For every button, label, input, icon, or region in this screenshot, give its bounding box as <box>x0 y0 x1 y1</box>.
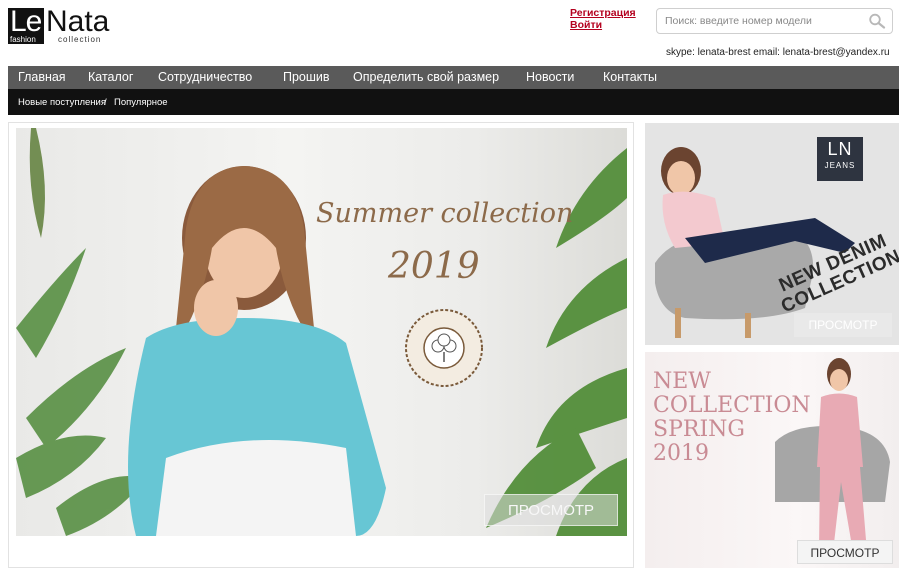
organic-cotton-badge <box>405 309 483 387</box>
denim-view-button[interactable]: ПРОСМОТР <box>794 313 892 337</box>
nav-item-firmware[interactable]: Прошив <box>283 70 330 84</box>
spring-collection-text: NEW COLLECTION SPRING 2019 <box>653 370 811 466</box>
jeans-logo-text: JEANS <box>824 161 856 170</box>
contact-info: skype: lenata-brest email: lenata-brest@… <box>666 47 890 58</box>
main-nav: Главная Каталог Сотрудничество Прошив Оп… <box>8 66 899 89</box>
spring-view-button[interactable]: ПРОСМОТР <box>797 540 893 564</box>
banner-title: Summer collection <box>316 198 574 229</box>
nav-item-home[interactable]: Главная <box>18 70 66 84</box>
auth-links: Регистрация Войти <box>570 7 636 31</box>
spring-line1: NEW <box>653 369 711 394</box>
nav-item-contacts[interactable]: Контакты <box>603 70 657 84</box>
banner-illustration <box>16 128 627 536</box>
banner-year: 2019 <box>388 246 480 287</box>
register-link[interactable]: Регистрация <box>570 7 636 19</box>
login-link[interactable]: Войти <box>570 19 636 31</box>
subnav-separator: / <box>104 97 107 108</box>
sub-nav: Новые поступления / Популярное <box>8 89 899 115</box>
logo-text-nata: Nata <box>46 5 110 38</box>
search-input[interactable] <box>665 13 855 29</box>
search-box <box>656 8 893 34</box>
main-view-button[interactable]: ПРОСМОТР <box>484 494 618 526</box>
nav-item-size[interactable]: Определить свой размер <box>353 70 499 84</box>
site-logo[interactable]: Le Nata fashion collection <box>8 5 118 48</box>
ln-logo-text: LN <box>827 139 853 159</box>
nav-item-news[interactable]: Новости <box>526 70 574 84</box>
ln-jeans-logo: LN JEANS <box>817 137 863 181</box>
denim-collection-banner[interactable]: LN JEANS NEW DENIM COLLECTION ПРОСМОТР <box>645 123 899 345</box>
search-icon[interactable] <box>868 13 886 29</box>
spring-collection-banner[interactable]: NEW COLLECTION SPRING 2019 ПРОСМОТР <box>645 352 899 568</box>
logo-collection: collection <box>58 35 102 44</box>
spring-line4: 2019 <box>653 441 709 466</box>
logo-fashion: fashion <box>10 35 36 44</box>
subnav-popular[interactable]: Популярное <box>114 97 168 108</box>
nav-item-cooperation[interactable]: Сотрудничество <box>158 70 252 84</box>
summer-collection-banner[interactable]: Summer collection 2019 ПРОСМОТР <box>16 128 627 536</box>
spring-line3: SPRING <box>653 417 745 442</box>
nav-item-catalog[interactable]: Каталог <box>88 70 133 84</box>
subnav-new-arrivals[interactable]: Новые поступления <box>18 97 106 108</box>
spring-line2: COLLECTION <box>653 393 811 418</box>
logo-text-le: Le <box>10 5 42 38</box>
